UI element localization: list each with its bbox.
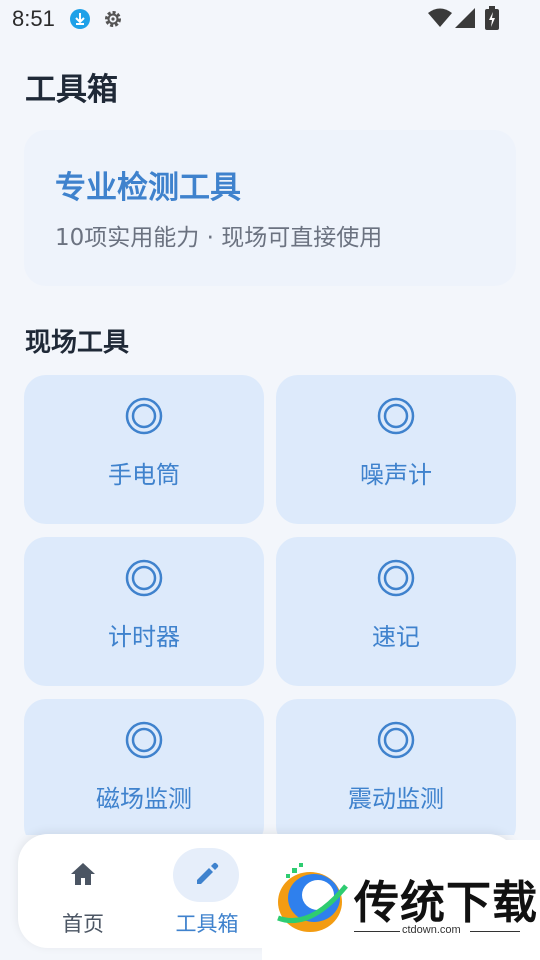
tool-tile-vibration-monitor[interactable]: 震动监测 [276, 699, 516, 835]
watermark-logo-icon [277, 863, 348, 932]
tool-tile-flashlight[interactable]: 手电筒 [24, 375, 264, 524]
tool-label: 震动监测 [348, 785, 444, 813]
ring-icon [125, 559, 163, 597]
pencil-icon [197, 862, 219, 884]
tool-label: 计时器 [108, 623, 180, 651]
nav-label-toolbox: 工具箱 [175, 912, 239, 936]
ring-icon [377, 559, 415, 597]
tool-label: 噪声计 [360, 461, 432, 489]
watermark-divider [354, 931, 400, 932]
tool-grid: 手电筒 噪声计 计时器 速记 磁场监测 震动监测 [24, 375, 516, 835]
battery-icon [485, 6, 499, 30]
tool-tile-quick-notes[interactable]: 速记 [276, 537, 516, 686]
hero-card: 专业检测工具 10项实用能力 · 现场可直接使用 [24, 130, 516, 286]
hero-subtitle: 10项实用能力 · 现场可直接使用 [55, 225, 383, 251]
page-title: 工具箱 [25, 72, 118, 108]
tool-tile-timer[interactable]: 计时器 [24, 537, 264, 686]
status-time: 8:51 [12, 6, 55, 31]
nav-item-home[interactable]: 首页 [21, 834, 145, 948]
ring-icon [377, 721, 415, 759]
ring-icon [377, 397, 415, 435]
ring-icon [125, 397, 163, 435]
watermark-url: ctdown.com [402, 924, 461, 936]
section-title: 现场工具 [25, 328, 130, 358]
home-icon [71, 863, 95, 885]
tool-tile-noise-meter[interactable]: 噪声计 [276, 375, 516, 524]
signal-icon [455, 8, 475, 28]
watermark: 传统下载 ctdown.com [262, 840, 540, 960]
nav-label-home: 首页 [62, 912, 104, 936]
gear-icon [105, 11, 121, 27]
watermark-divider [470, 931, 520, 932]
watermark-text: 传统下载 [354, 876, 539, 929]
tool-label: 速记 [372, 623, 420, 651]
tool-tile-magnetic-monitor[interactable]: 磁场监测 [24, 699, 264, 835]
nav-item-toolbox[interactable]: 工具箱 [145, 834, 269, 948]
tool-label: 手电筒 [108, 461, 180, 489]
ring-icon [125, 721, 163, 759]
wifi-icon [428, 8, 452, 27]
download-icon [70, 9, 90, 29]
hero-title: 专业检测工具 [55, 170, 241, 206]
tool-label: 磁场监测 [96, 785, 192, 813]
status-bar: 8:51 [0, 0, 540, 38]
